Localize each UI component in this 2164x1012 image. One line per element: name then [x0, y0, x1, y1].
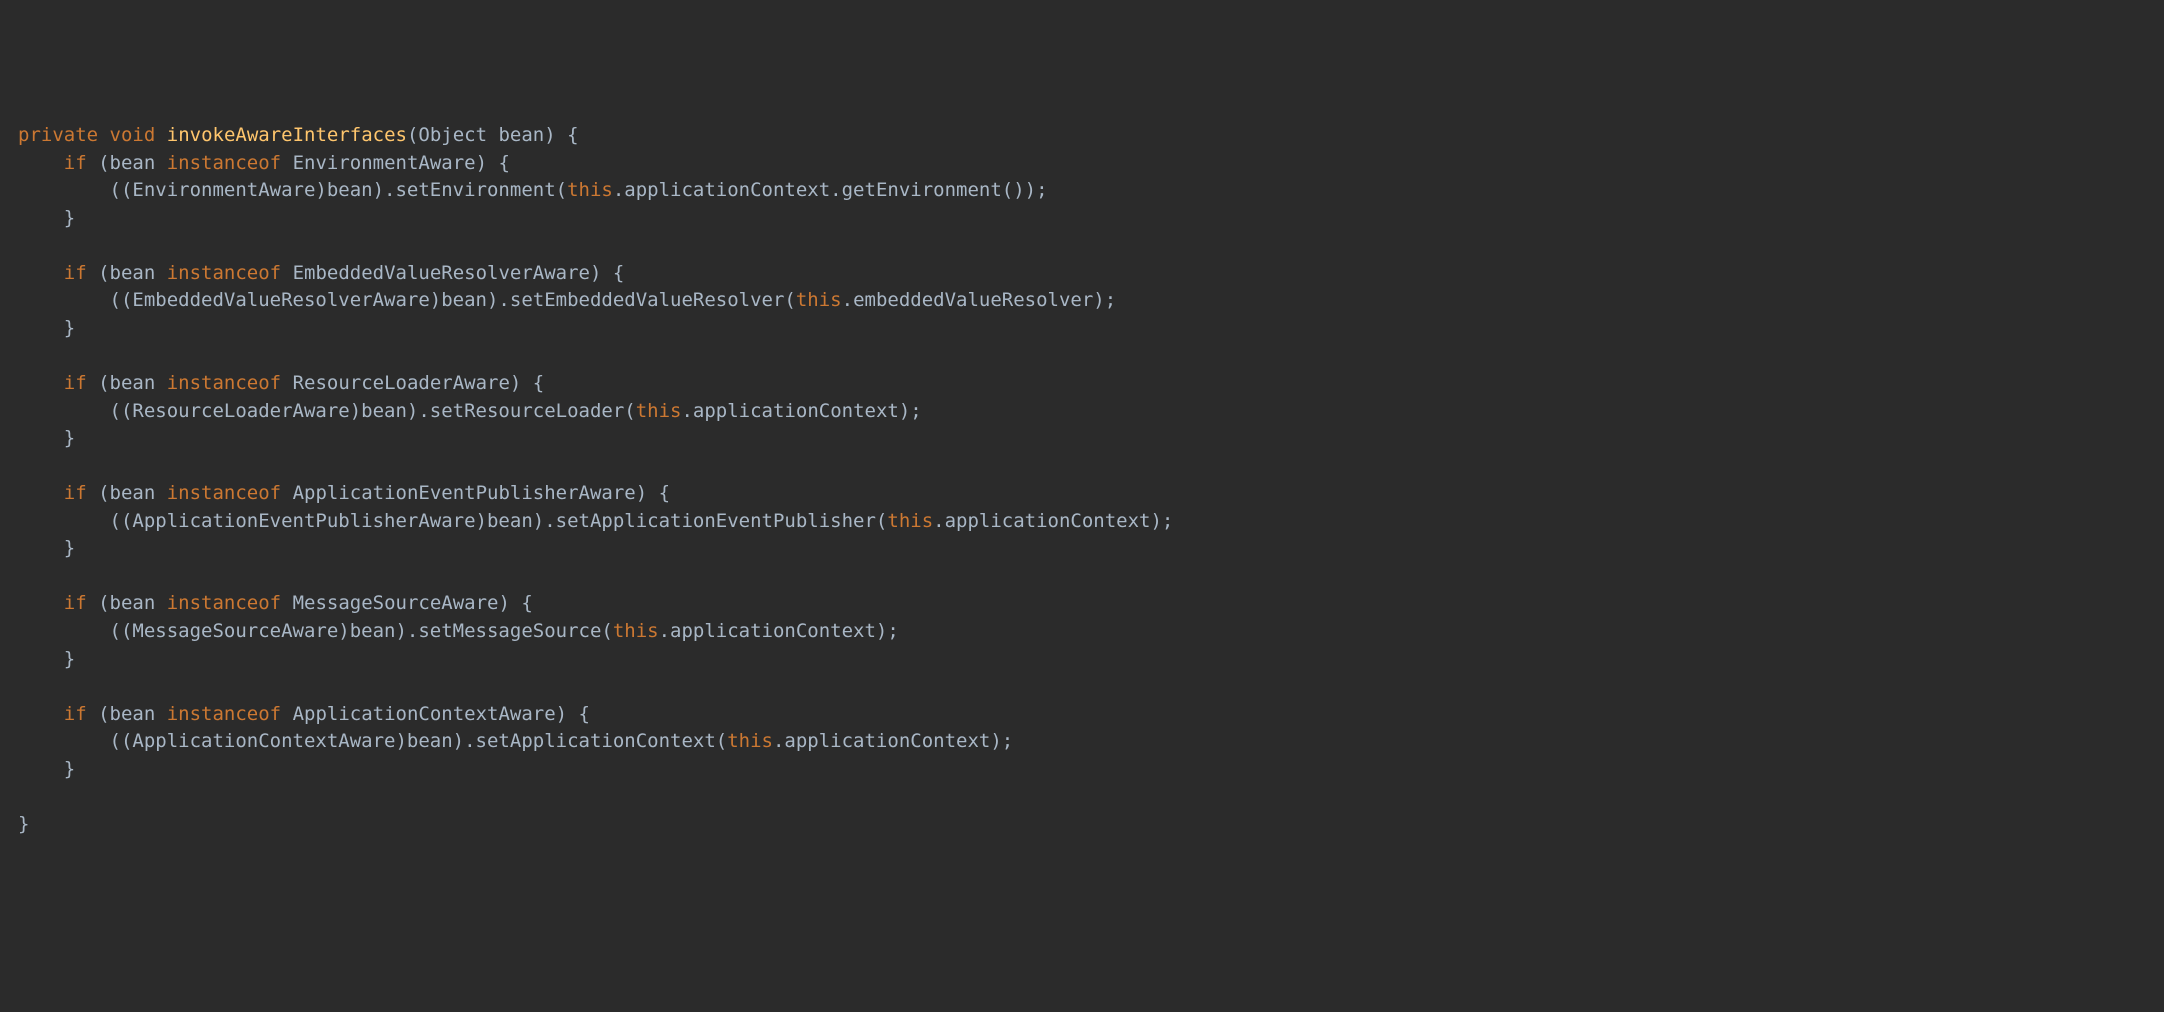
code-line[interactable]: ((ResourceLoaderAware)bean).setResourceL… — [18, 398, 2146, 426]
code-line[interactable]: } — [18, 756, 2146, 784]
code-editor-viewport[interactable]: private void invokeAwareInterfaces(Objec… — [18, 122, 2146, 838]
token-plain: .applicationContext.getEnvironment()); — [613, 179, 1048, 201]
token-plain: } — [18, 207, 75, 229]
token-plain: } — [18, 317, 75, 339]
token-plain — [155, 124, 166, 146]
token-plain: .applicationContext); — [773, 730, 1013, 752]
token-kw-this: this — [567, 179, 613, 201]
token-plain: (bean — [87, 262, 167, 284]
token-plain — [18, 152, 64, 174]
token-kw-type: void — [110, 124, 156, 146]
token-plain: .embeddedValueResolver); — [842, 289, 1117, 311]
code-line[interactable] — [18, 232, 2146, 260]
code-line[interactable] — [18, 453, 2146, 481]
code-line[interactable]: ((EnvironmentAware)bean).setEnvironment(… — [18, 177, 2146, 205]
token-kw-control: if — [64, 262, 87, 284]
token-plain — [98, 124, 109, 146]
code-line[interactable]: } — [18, 811, 2146, 839]
code-line[interactable]: ((ApplicationEventPublisherAware)bean).s… — [18, 508, 2146, 536]
token-plain: .applicationContext); — [681, 400, 921, 422]
token-plain: (bean — [87, 482, 167, 504]
token-plain: EmbeddedValueResolverAware) { — [281, 262, 624, 284]
code-line[interactable] — [18, 783, 2146, 811]
token-plain: ((ApplicationContextAware)bean).setAppli… — [18, 730, 727, 752]
token-plain: } — [18, 813, 29, 835]
token-plain: } — [18, 537, 75, 559]
token-plain: (bean — [87, 372, 167, 394]
token-plain: EnvironmentAware) { — [281, 152, 510, 174]
code-lines: private void invokeAwareInterfaces(Objec… — [18, 122, 2146, 838]
token-plain: } — [18, 758, 75, 780]
code-line[interactable]: private void invokeAwareInterfaces(Objec… — [18, 122, 2146, 150]
token-plain: (bean — [87, 152, 167, 174]
token-kw-control: if — [64, 703, 87, 725]
token-kw-control: if — [64, 482, 87, 504]
token-plain — [18, 262, 64, 284]
token-plain — [18, 592, 64, 614]
code-line[interactable]: } — [18, 646, 2146, 674]
code-line[interactable]: if (bean instanceof ApplicationContextAw… — [18, 701, 2146, 729]
token-plain: ResourceLoaderAware) { — [281, 372, 544, 394]
token-kw-this: this — [636, 400, 682, 422]
token-plain — [18, 372, 64, 394]
token-plain: ((MessageSourceAware)bean).setMessageSou… — [18, 620, 613, 642]
token-method-decl: invokeAwareInterfaces — [167, 124, 407, 146]
code-line[interactable]: } — [18, 425, 2146, 453]
code-line[interactable]: } — [18, 205, 2146, 233]
token-plain: ((EmbeddedValueResolverAware)bean).setEm… — [18, 289, 796, 311]
token-kw-modifier: private — [18, 124, 98, 146]
token-kw-control: instanceof — [167, 372, 281, 394]
code-line[interactable]: if (bean instanceof MessageSourceAware) … — [18, 590, 2146, 618]
code-line[interactable] — [18, 673, 2146, 701]
token-kw-this: this — [887, 510, 933, 532]
code-line[interactable]: if (bean instanceof EnvironmentAware) { — [18, 150, 2146, 178]
code-line[interactable]: ((ApplicationContextAware)bean).setAppli… — [18, 728, 2146, 756]
token-kw-this: this — [727, 730, 773, 752]
token-plain: } — [18, 648, 75, 670]
code-line[interactable]: } — [18, 315, 2146, 343]
token-plain: (Object bean) { — [407, 124, 579, 146]
token-plain: (bean — [87, 592, 167, 614]
code-line[interactable]: if (bean instanceof ResourceLoaderAware)… — [18, 370, 2146, 398]
code-line[interactable] — [18, 563, 2146, 591]
token-plain — [18, 482, 64, 504]
token-plain: } — [18, 427, 75, 449]
token-kw-control: if — [64, 592, 87, 614]
token-plain: .applicationContext); — [659, 620, 899, 642]
code-line[interactable]: } — [18, 535, 2146, 563]
token-plain: ApplicationContextAware) { — [281, 703, 590, 725]
token-kw-control: instanceof — [167, 262, 281, 284]
token-kw-control: instanceof — [167, 482, 281, 504]
token-plain: .applicationContext); — [933, 510, 1173, 532]
token-plain: (bean — [87, 703, 167, 725]
token-plain: ((ResourceLoaderAware)bean).setResourceL… — [18, 400, 636, 422]
token-kw-control: if — [64, 152, 87, 174]
token-kw-control: if — [64, 372, 87, 394]
token-kw-control: instanceof — [167, 152, 281, 174]
token-plain: ((EnvironmentAware)bean).setEnvironment( — [18, 179, 567, 201]
code-line[interactable]: ((EmbeddedValueResolverAware)bean).setEm… — [18, 287, 2146, 315]
token-plain — [18, 703, 64, 725]
code-line[interactable]: if (bean instanceof ApplicationEventPubl… — [18, 480, 2146, 508]
token-kw-this: this — [613, 620, 659, 642]
token-kw-control: instanceof — [167, 703, 281, 725]
code-line[interactable] — [18, 343, 2146, 371]
token-kw-control: instanceof — [167, 592, 281, 614]
token-kw-this: this — [796, 289, 842, 311]
token-plain: ApplicationEventPublisherAware) { — [281, 482, 670, 504]
code-line[interactable]: if (bean instanceof EmbeddedValueResolve… — [18, 260, 2146, 288]
code-line[interactable]: ((MessageSourceAware)bean).setMessageSou… — [18, 618, 2146, 646]
token-plain: MessageSourceAware) { — [281, 592, 533, 614]
token-plain: ((ApplicationEventPublisherAware)bean).s… — [18, 510, 887, 532]
